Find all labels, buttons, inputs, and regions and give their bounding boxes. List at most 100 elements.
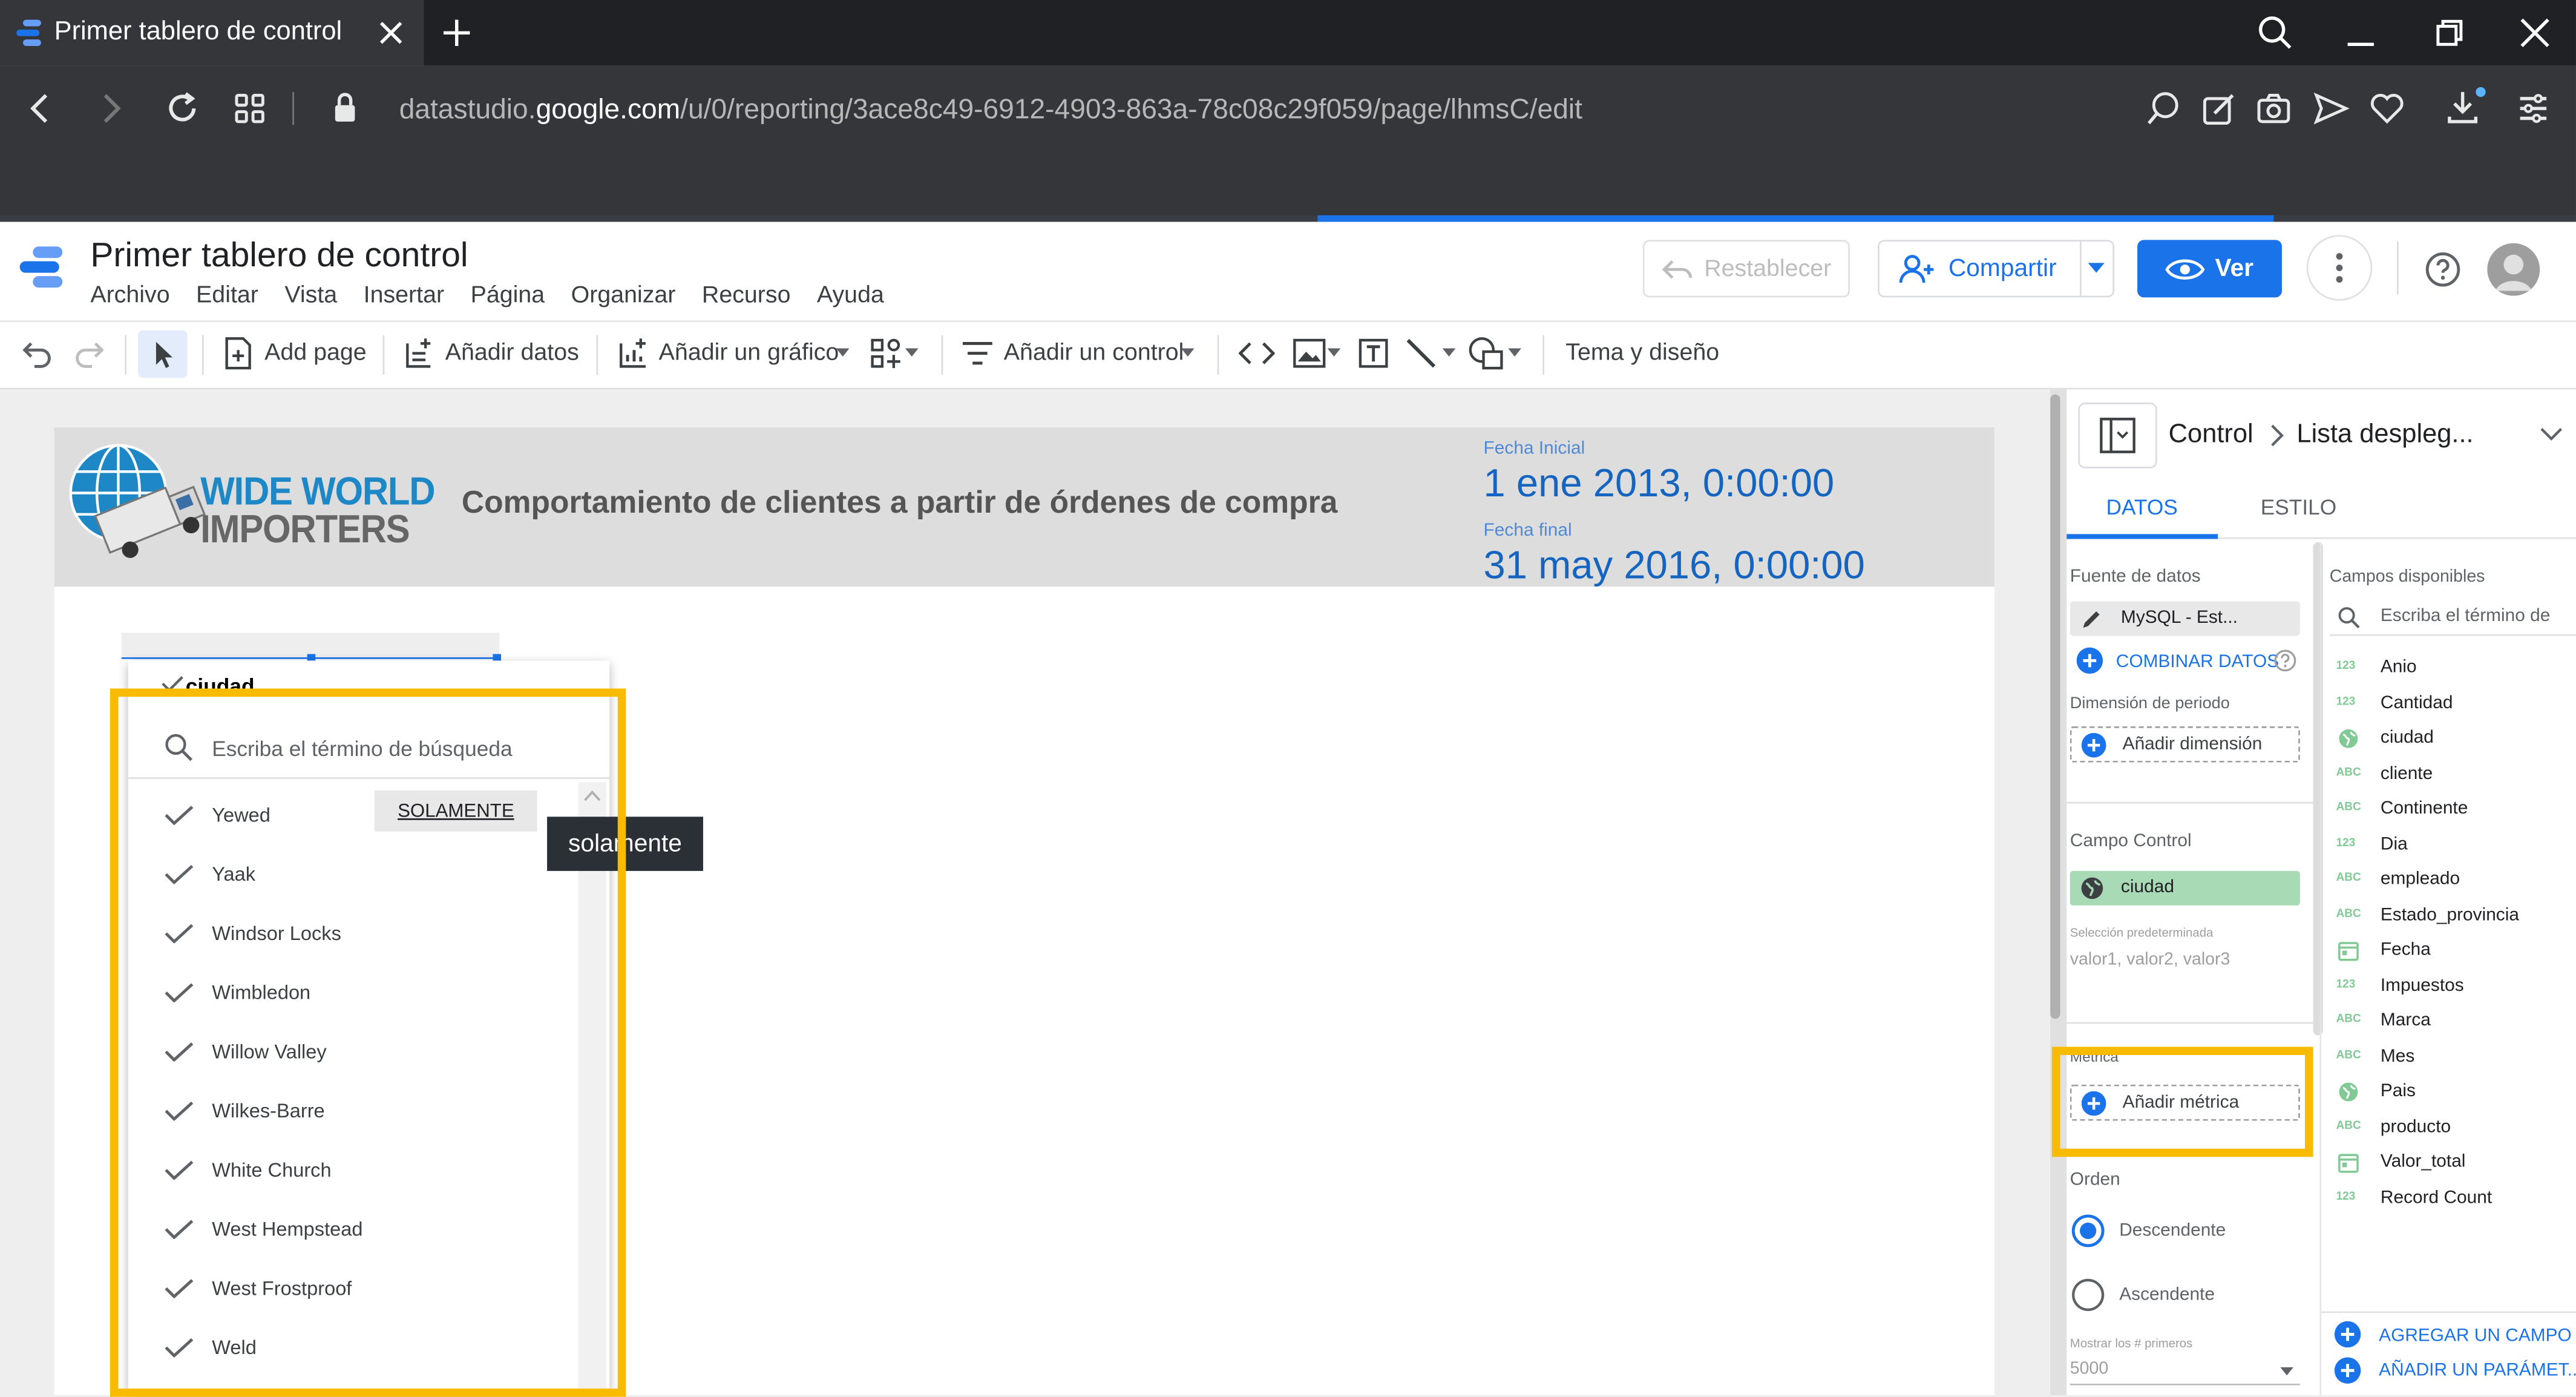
- menu-ayuda[interactable]: Ayuda: [817, 283, 884, 309]
- back-icon[interactable]: [26, 92, 56, 125]
- field-item[interactable]: ABC producto: [2336, 1117, 2566, 1143]
- redo-icon[interactable]: [72, 338, 105, 368]
- component-type-button[interactable]: [2078, 403, 2157, 468]
- chart-dropdown-icon[interactable]: [836, 348, 850, 358]
- heart-icon[interactable]: [2369, 92, 2405, 125]
- help-circle-icon[interactable]: [2273, 649, 2296, 672]
- line-dropdown-icon[interactable]: [1442, 348, 1456, 358]
- search-tabs-icon[interactable]: [2257, 15, 2293, 51]
- add-circle-icon[interactable]: [2334, 1357, 2361, 1384]
- field-item[interactable]: 123 Record Count: [2336, 1188, 2566, 1214]
- pencil-icon[interactable]: [2080, 608, 2103, 631]
- tab-estilo[interactable]: ESTILO: [2261, 495, 2337, 519]
- menu-editar[interactable]: Editar: [196, 283, 258, 309]
- canvas-scrollbar[interactable]: [2050, 394, 2060, 1019]
- reload-icon[interactable]: [164, 90, 200, 127]
- field-item[interactable]: 123 Anio: [2336, 657, 2566, 683]
- menu-vista[interactable]: Vista: [284, 283, 337, 309]
- restore-icon[interactable]: [2434, 18, 2464, 48]
- share-button[interactable]: Compartir: [1878, 240, 2115, 298]
- embed-code-icon[interactable]: [1239, 340, 1275, 366]
- add-data-icon[interactable]: [402, 337, 435, 370]
- send-icon[interactable]: [2313, 90, 2350, 127]
- control-field-chip[interactable]: ciudad: [2070, 870, 2300, 906]
- fields-search-box[interactable]: Escriba el término de: [2329, 600, 2576, 636]
- add-chart-icon[interactable]: [618, 337, 651, 370]
- forward-icon[interactable]: [95, 92, 125, 125]
- field-item[interactable]: 123 Dia: [2336, 834, 2566, 860]
- menu-organizar[interactable]: Organizar: [571, 283, 676, 309]
- panel-scrollbar[interactable]: [2313, 542, 2323, 1036]
- chevron-down-icon[interactable]: [2538, 426, 2565, 442]
- descending-label[interactable]: Descendente: [2119, 1221, 2226, 1241]
- line-icon[interactable]: [1404, 337, 1437, 370]
- report-heading[interactable]: Comportamiento de clientes a partir de ó…: [462, 487, 1338, 523]
- field-item[interactable]: ABC empleado: [2336, 869, 2566, 895]
- add-circle-icon[interactable]: [2334, 1321, 2361, 1348]
- field-item[interactable]: ABC cliente: [2336, 763, 2566, 789]
- field-item[interactable]: ciudad: [2336, 728, 2566, 754]
- radio-ascending-icon[interactable]: [2070, 1277, 2106, 1313]
- avatar[interactable]: [2487, 243, 2540, 296]
- close-window-icon[interactable]: [2520, 18, 2550, 48]
- community-viz-icon[interactable]: [869, 337, 902, 370]
- add-control-button[interactable]: Añadir un control: [1004, 340, 1184, 366]
- ascending-label[interactable]: Ascendente: [2119, 1285, 2215, 1305]
- theme-layout-button[interactable]: Tema y diseño: [1565, 340, 1719, 366]
- datasource-chip[interactable]: MySQL - Est...: [2070, 601, 2300, 636]
- edit-share-icon[interactable]: [2201, 90, 2238, 127]
- field-item[interactable]: ABC Marca: [2336, 1011, 2566, 1037]
- select-tool-button[interactable]: [138, 330, 188, 378]
- menu-insertar[interactable]: Insertar: [364, 283, 444, 309]
- minimize-icon[interactable]: [2346, 31, 2376, 48]
- filter-control-icon[interactable]: [961, 340, 994, 366]
- add-dimension-button[interactable]: Añadir dimensión: [2070, 726, 2300, 763]
- share-dropdown-icon[interactable]: [2086, 260, 2106, 276]
- default-selection-value[interactable]: valor1, valor2, valor3: [2070, 950, 2230, 970]
- easy-setup-icon[interactable]: [2517, 92, 2549, 125]
- control-dropdown-icon[interactable]: [1181, 348, 1195, 358]
- text-box-icon[interactable]: [1357, 337, 1390, 370]
- end-date-value[interactable]: 31 may 2016, 0:00:00: [1484, 544, 1865, 590]
- field-item[interactable]: ABC Mes: [2336, 1046, 2566, 1072]
- reset-button[interactable]: Restablecer: [1642, 240, 1850, 298]
- more-options-button[interactable]: [2306, 235, 2373, 301]
- add-page-icon[interactable]: [223, 337, 253, 370]
- tab-datos[interactable]: DATOS: [2106, 495, 2178, 519]
- datastudio-logo-icon[interactable]: [19, 245, 69, 291]
- help-icon[interactable]: [2425, 251, 2461, 288]
- menu-archivo[interactable]: Archivo: [90, 283, 169, 309]
- field-item[interactable]: 123 Cantidad: [2336, 692, 2566, 718]
- add-chart-button[interactable]: Añadir un gráfico: [659, 340, 839, 366]
- close-tab-icon[interactable]: [378, 20, 404, 46]
- add-data-button[interactable]: Añadir datos: [445, 340, 579, 366]
- show-first-select[interactable]: 5000: [2070, 1359, 2300, 1385]
- field-item[interactable]: 123 Impuestos: [2336, 975, 2566, 1001]
- menu-recurso[interactable]: Recurso: [702, 283, 791, 309]
- field-item[interactable]: Valor_total: [2336, 1152, 2566, 1178]
- field-item[interactable]: ABC Estado_provincia: [2336, 905, 2566, 931]
- undo-icon[interactable]: [21, 338, 54, 368]
- combine-data-link[interactable]: COMBINAR DATOS: [2116, 652, 2279, 672]
- image-dropdown-icon[interactable]: [1327, 348, 1341, 358]
- field-item[interactable]: Fecha: [2336, 940, 2566, 966]
- tab-grid-icon[interactable]: [234, 92, 266, 125]
- shapes-dropdown-icon[interactable]: [1508, 348, 1521, 358]
- menu-pagina[interactable]: Página: [471, 283, 545, 309]
- download-icon[interactable]: [2446, 87, 2489, 127]
- report-title[interactable]: Primer tablero de control: [90, 237, 468, 276]
- add-page-button[interactable]: Add page: [264, 340, 367, 366]
- new-tab-icon[interactable]: [442, 18, 471, 48]
- view-button[interactable]: Ver: [2137, 240, 2282, 298]
- field-item[interactable]: Pais: [2336, 1081, 2566, 1107]
- search-page-icon[interactable]: [2146, 90, 2182, 127]
- add-field-link[interactable]: AGREGAR UN CAMPO: [2379, 1326, 2572, 1346]
- url-text[interactable]: datastudio.google.com/u/0/reporting/3ace…: [399, 94, 1582, 127]
- add-circle-icon[interactable]: [2076, 647, 2103, 674]
- radio-descending-icon[interactable]: [2070, 1213, 2106, 1249]
- lock-icon[interactable]: [332, 90, 358, 123]
- start-date-value[interactable]: 1 ene 2013, 0:00:00: [1484, 462, 1835, 508]
- community-viz-dropdown-icon[interactable]: [905, 348, 919, 358]
- image-icon[interactable]: [1293, 337, 1326, 370]
- add-parameter-link[interactable]: AÑADIR UN PARÁMET...: [2379, 1361, 2576, 1381]
